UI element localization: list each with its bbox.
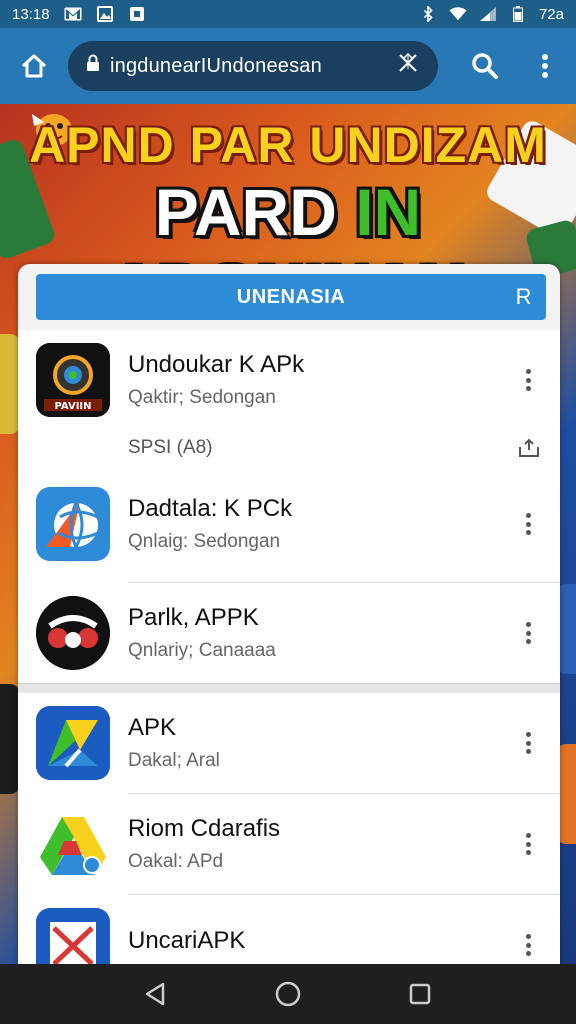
app-subtitle: Qnlariy; Canaaaa	[128, 640, 276, 661]
more-options-icon[interactable]	[518, 829, 538, 859]
home-circle-icon[interactable]	[268, 974, 308, 1014]
app-title: Riom Cdarafis	[128, 815, 281, 842]
list-item[interactable]: PAVIIN Undoukar K APk Qaktir; Sedongan	[18, 330, 560, 430]
gallery-icon	[96, 6, 114, 22]
home-icon[interactable]	[14, 46, 54, 86]
clear-icon[interactable]	[396, 51, 420, 81]
share-icon[interactable]	[518, 438, 540, 458]
blue-app-icon	[36, 908, 110, 964]
search-bar-icon[interactable]: R	[516, 284, 532, 310]
page-content: APND PAR UNDIZAM PARD IN ADONINAN UNENAS…	[0, 104, 576, 964]
section-label: SPSI (A8)	[128, 437, 213, 458]
notification-icon	[128, 6, 146, 22]
search-bar[interactable]: UNENASIA R	[36, 274, 546, 320]
list-item[interactable]: Riom Cdarafis Oakal: APd	[18, 794, 560, 894]
app-list-card: UNENASIA R PAVIIN Undoukar K APk Qaktir;…	[18, 264, 560, 964]
gmail-icon	[64, 6, 82, 22]
background-decoration	[0, 684, 20, 794]
signal-icon	[479, 6, 497, 22]
drive-icon	[36, 807, 110, 881]
app-icon-label: PAVIIN	[54, 401, 91, 412]
search-bar-label: UNENASIA	[236, 285, 346, 308]
wifi-icon	[449, 6, 467, 22]
url-bar[interactable]: ingdunearIUndoneesan	[68, 41, 438, 91]
banner-text-start: PARD	[154, 175, 356, 249]
banner-text-highlight: IN	[355, 175, 422, 249]
banner-headline: APND PAR UNDIZAM	[29, 117, 547, 173]
app-subtitle: Oakal: APd	[128, 851, 224, 872]
app-title: Dadtala: K PCk	[128, 495, 293, 522]
list-item[interactable]: Dadtala: K PCk Qnlaig: Sedongan	[18, 466, 560, 582]
browser-toolbar: ingdunearIUndoneesan	[0, 28, 576, 104]
navigation-bar	[0, 964, 576, 1024]
globe-colorful-icon	[36, 487, 110, 561]
battery-icon	[509, 6, 527, 22]
red-eye-icon	[36, 596, 110, 670]
battery-level: 72a	[538, 5, 564, 23]
app-list: PAVIIN Undoukar K APk Qaktir; Sedongan S…	[18, 330, 560, 964]
maps-icon	[36, 706, 110, 780]
bluetooth-icon	[419, 6, 437, 22]
more-options-icon[interactable]	[518, 509, 538, 539]
app-subtitle: Dakal; Aral	[128, 750, 220, 771]
status-bar: 13:18 72a	[0, 0, 576, 28]
recents-icon[interactable]	[400, 974, 440, 1014]
app-subtitle: Qaktir; Sedongan	[128, 387, 276, 408]
list-item[interactable]: UncariAPK	[18, 895, 560, 964]
more-options-icon[interactable]	[518, 930, 538, 960]
background-decoration	[0, 334, 20, 434]
list-item[interactable]: Parlk, APPK Qnlariy; Canaaaa	[18, 583, 560, 683]
more-options-icon[interactable]	[518, 728, 538, 758]
list-item[interactable]: APK Dakal; Aral	[18, 693, 560, 793]
lock-icon	[86, 54, 100, 78]
status-time: 13:18	[12, 5, 50, 23]
more-options-icon[interactable]	[518, 365, 538, 395]
more-options-icon[interactable]	[518, 618, 538, 648]
section-header: SPSI (A8)	[18, 430, 560, 466]
app-title: Parlk, APPK	[128, 604, 259, 631]
app-title: Undoukar K APk	[128, 351, 305, 378]
overflow-icon[interactable]	[528, 49, 562, 83]
app-subtitle: Qnlaig: Sedongan	[128, 531, 281, 552]
url-text: ingdunearIUndoneesan	[110, 54, 322, 77]
app-title: APK	[128, 714, 177, 741]
app-title: UncariAPK	[128, 927, 246, 954]
search-icon[interactable]	[468, 49, 502, 83]
camera-lens-icon: PAVIIN	[36, 343, 110, 417]
section-separator	[18, 683, 560, 693]
back-icon[interactable]	[136, 974, 176, 1014]
